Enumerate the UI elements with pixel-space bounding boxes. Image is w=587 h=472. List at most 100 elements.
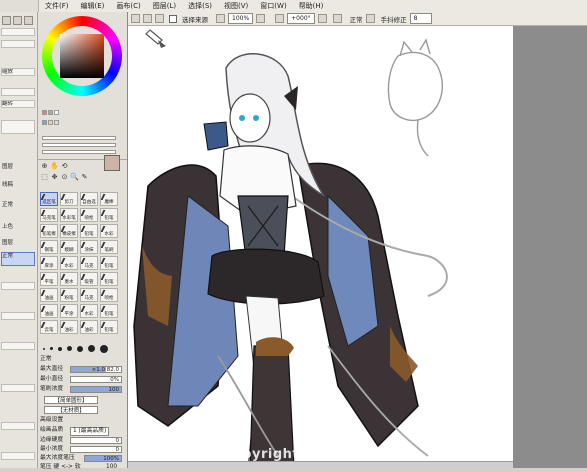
- selection-source-checkbox[interactable]: [169, 14, 177, 23]
- brush-slot[interactable]: 马克笔: [40, 208, 58, 222]
- rotate-left-button[interactable]: [275, 14, 285, 23]
- blend-row[interactable]: 正常: [40, 355, 124, 364]
- zoom-out-button[interactable]: [216, 14, 225, 23]
- slider-track[interactable]: [42, 143, 116, 147]
- navigator-row[interactable]: [1, 88, 35, 96]
- layer-item[interactable]: [1, 312, 35, 320]
- brush-slot[interactable]: 钢笔: [40, 240, 58, 254]
- swatch[interactable]: [54, 120, 59, 125]
- swatch[interactable]: [42, 110, 47, 115]
- swatch[interactable]: [54, 110, 59, 115]
- size-preset-dot[interactable]: [88, 345, 95, 352]
- rotate-right-button[interactable]: [317, 14, 327, 23]
- min-density-slider[interactable]: 0: [70, 446, 122, 453]
- menu-window[interactable]: 窗口(W): [254, 0, 292, 12]
- size-preset-dot[interactable]: [100, 345, 108, 353]
- layer-item[interactable]: 图层: [2, 238, 13, 246]
- brush-slot[interactable]: 铅笔: [100, 256, 118, 270]
- brush-slot[interactable]: 铅笔擦: [40, 224, 58, 238]
- navigator-button-3[interactable]: [24, 16, 33, 25]
- brush-slot[interactable]: 选区笔: [40, 192, 58, 206]
- navigator-row[interactable]: [1, 120, 35, 134]
- brush-slot[interactable]: 喷枪: [80, 208, 98, 222]
- deselect-button[interactable]: [143, 14, 152, 23]
- brush-slot[interactable]: 水彩: [60, 256, 78, 270]
- brush-slot[interactable]: 铅笔: [100, 304, 118, 318]
- layer-item[interactable]: 上色: [2, 222, 13, 230]
- size-preset-dot[interactable]: [50, 347, 53, 350]
- rotate-tool-icon[interactable]: ⟲: [60, 162, 69, 171]
- swatch[interactable]: [48, 110, 53, 115]
- hand-tool-icon[interactable]: ✋: [50, 162, 59, 171]
- flip-button[interactable]: [332, 14, 342, 23]
- zoom-in-button[interactable]: [256, 14, 266, 23]
- navigator-row[interactable]: 缩放: [1, 68, 35, 76]
- layer-item-selected[interactable]: 正常: [1, 252, 35, 266]
- swatch[interactable]: [42, 120, 47, 125]
- brush-slot[interactable]: 油彩: [60, 320, 78, 334]
- brush-slot[interactable]: 油彩: [80, 320, 98, 334]
- brush-slot[interactable]: 橡皮擦: [60, 224, 78, 238]
- brush-slot[interactable]: 马克: [80, 288, 98, 302]
- menu-help[interactable]: 帮助(H): [293, 0, 330, 12]
- menu-view[interactable]: 视图(V): [218, 0, 254, 12]
- max-pressure-slider[interactable]: 100%: [84, 455, 122, 462]
- zoom-field[interactable]: 100%: [228, 13, 254, 24]
- select-all-button[interactable]: [131, 14, 140, 23]
- brush-slot[interactable]: 水彩笔: [60, 208, 78, 222]
- eyedropper-tool-icon[interactable]: ✎: [80, 173, 89, 182]
- brush-slot[interactable]: 铅笔: [80, 224, 98, 238]
- brush-slot[interactable]: 铅笔: [100, 272, 118, 286]
- navigator-row[interactable]: 翻转: [1, 100, 35, 108]
- layer-item[interactable]: 线稿: [2, 180, 13, 188]
- brush-slot[interactable]: 平涂: [60, 304, 78, 318]
- brush-shape-dropdown[interactable]: 【简单圆形】: [44, 396, 98, 404]
- color-wheel[interactable]: [42, 16, 122, 96]
- brush-slot[interactable]: 油画: [40, 288, 58, 302]
- brush-slot[interactable]: 魔棒: [100, 192, 118, 206]
- brush-slot[interactable]: 剪刀: [60, 192, 78, 206]
- menu-file[interactable]: 文件(F): [39, 0, 75, 12]
- swatch[interactable]: [48, 120, 53, 125]
- select-tool-icon[interactable]: ⬚: [40, 173, 49, 182]
- brush-slot[interactable]: 平笔: [40, 272, 58, 286]
- menu-edit[interactable]: 编辑(E): [75, 0, 111, 12]
- navigator-button-1[interactable]: [2, 16, 11, 25]
- blend-mode-label[interactable]: 正常: [350, 14, 363, 24]
- move-tool-icon[interactable]: ✥: [50, 173, 59, 182]
- density-slider[interactable]: 100: [70, 386, 122, 393]
- layer-item[interactable]: 正常: [2, 200, 13, 208]
- brush-slot[interactable]: 自由选: [80, 192, 98, 206]
- min-size-slider[interactable]: 0%: [70, 376, 122, 383]
- navigator-row[interactable]: [1, 40, 35, 48]
- brush-slot[interactable]: 云笔: [40, 320, 58, 334]
- brush-slot[interactable]: 铅笔: [100, 320, 118, 334]
- advanced-row[interactable]: 高级设置: [40, 416, 124, 425]
- size-preset-dot[interactable]: [77, 346, 83, 352]
- layer-item[interactable]: [1, 452, 35, 460]
- layer-item[interactable]: 图层: [2, 162, 13, 170]
- brush-slot[interactable]: 厚涂: [40, 256, 58, 270]
- navigator-button-2[interactable]: [13, 16, 22, 25]
- mode-dropdown-button[interactable]: [365, 14, 375, 23]
- menu-select[interactable]: 选择(S): [182, 0, 218, 12]
- zoom-in-tool-icon[interactable]: 🔍: [70, 173, 79, 182]
- size-preset-dot[interactable]: [43, 348, 45, 350]
- zoom-tool-icon[interactable]: ⊕: [40, 162, 49, 171]
- stabilizer-field[interactable]: 8: [409, 13, 432, 24]
- size-slider[interactable]: ×1.0 82.0: [70, 366, 122, 373]
- quality-dropdown[interactable]: 1 (最高品质): [70, 427, 110, 436]
- lasso-tool-icon[interactable]: ⊙: [60, 173, 69, 182]
- layer-item[interactable]: [1, 384, 35, 392]
- size-preset-dot[interactable]: [58, 347, 62, 351]
- layer-item[interactable]: [1, 282, 35, 290]
- edge-slider[interactable]: 0: [70, 437, 122, 444]
- rotation-field[interactable]: +000°: [287, 13, 315, 24]
- navigator-row[interactable]: [1, 28, 35, 36]
- layer-item[interactable]: [1, 422, 35, 430]
- brush-slot[interactable]: 喷枪: [100, 288, 118, 302]
- brush-slot[interactable]: 吸管: [80, 272, 98, 286]
- invert-selection-button[interactable]: [155, 14, 164, 23]
- brush-slot[interactable]: 油画: [40, 304, 58, 318]
- brush-slot[interactable]: 粉笔: [60, 288, 78, 302]
